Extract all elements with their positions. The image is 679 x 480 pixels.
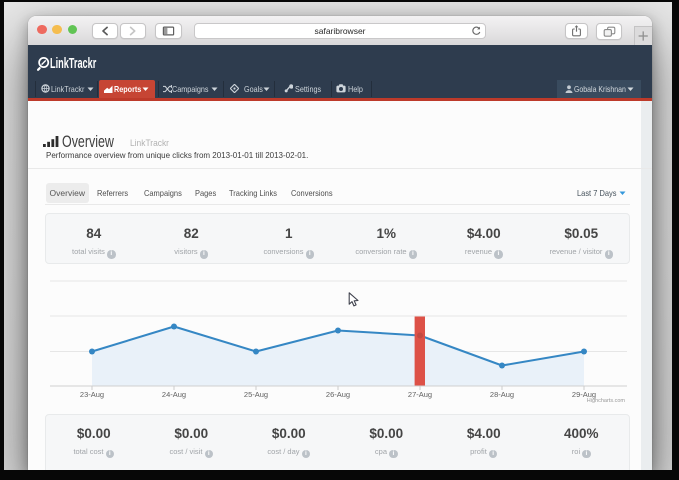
svg-text:28-Aug: 28-Aug	[490, 390, 514, 399]
svg-text:25-Aug: 25-Aug	[244, 390, 268, 399]
svg-text:Highcharts.com: Highcharts.com	[587, 398, 626, 404]
svg-text:27-Aug: 27-Aug	[408, 390, 432, 399]
svg-text:24-Aug: 24-Aug	[162, 390, 186, 399]
svg-text:26-Aug: 26-Aug	[326, 390, 350, 399]
svg-text:23-Aug: 23-Aug	[80, 390, 104, 399]
